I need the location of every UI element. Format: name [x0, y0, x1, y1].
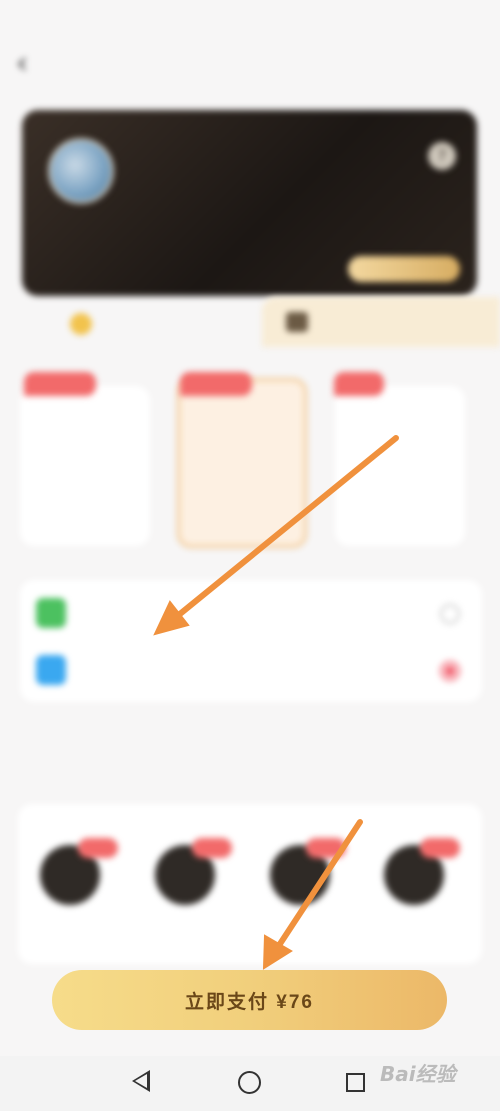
payment-radio-alipay[interactable]	[440, 661, 460, 681]
plan-option-3[interactable]	[335, 386, 465, 546]
back-icon[interactable]: ‹	[16, 46, 28, 81]
plan-option-2[interactable]	[177, 378, 307, 548]
benefit-badge	[306, 838, 346, 858]
help-icon[interactable]: ?	[428, 142, 456, 170]
tab-svip[interactable]	[286, 312, 316, 332]
plan-tag	[334, 372, 384, 396]
benefit-badge	[192, 838, 232, 858]
nav-home-icon[interactable]	[238, 1071, 261, 1094]
payment-methods-card	[20, 580, 482, 702]
benefit-badge	[78, 838, 118, 858]
nav-recent-apps-icon[interactable]	[346, 1073, 365, 1092]
plan-tag	[180, 372, 252, 396]
plan-option-1[interactable]	[20, 386, 150, 546]
crown-icon	[70, 313, 92, 335]
pay-now-button[interactable]: 立即支付 ¥76	[52, 970, 447, 1030]
payment-radio-wechat[interactable]	[440, 604, 460, 624]
card-action-button[interactable]	[348, 256, 460, 282]
tab-vip[interactable]	[70, 313, 100, 335]
plan-tag	[24, 372, 96, 396]
baidu-jingyan-watermark: Bai经验	[380, 1062, 456, 1086]
alipay-icon	[36, 655, 66, 685]
wechat-icon	[36, 598, 66, 628]
avatar	[48, 138, 114, 204]
nav-back-icon[interactable]	[132, 1070, 150, 1092]
svip-crown-icon	[286, 312, 308, 332]
benefit-badge	[420, 838, 460, 858]
